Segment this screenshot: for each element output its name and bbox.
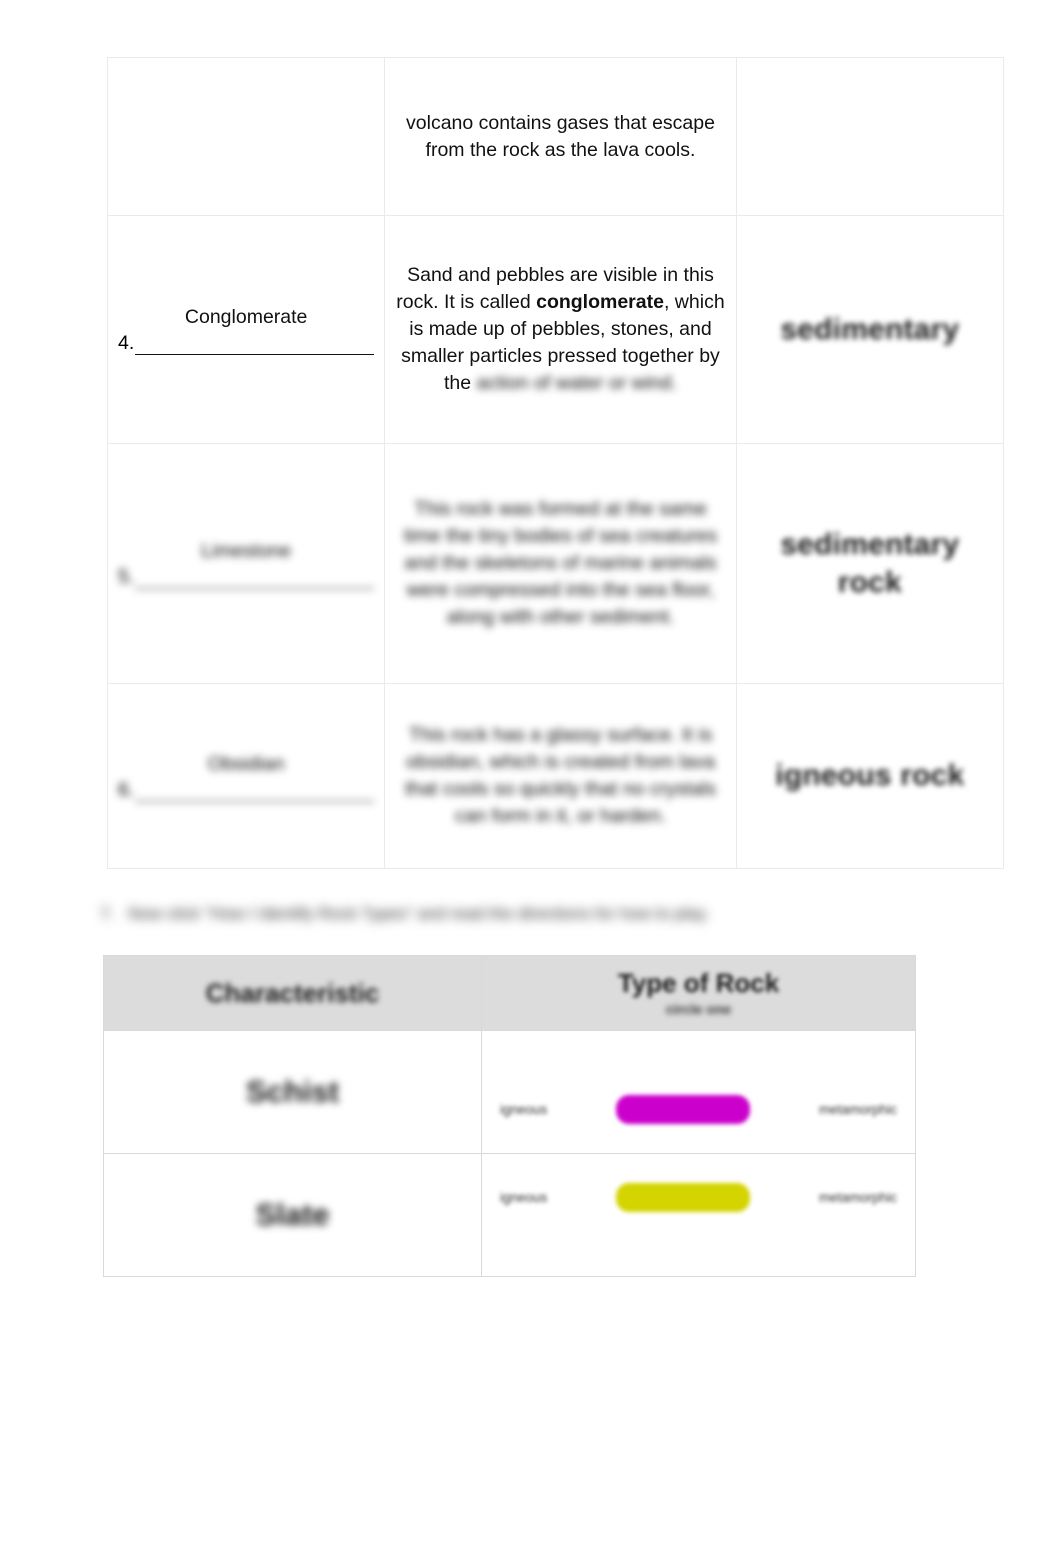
- answer-blank-number: 4.: [118, 332, 135, 354]
- rock-type-label: sedimentary rock: [780, 527, 960, 599]
- rock-description-cell: volcano contains gases that escape from …: [384, 57, 737, 216]
- description-text: This rock has a glassy surface. It is ob…: [404, 724, 717, 827]
- choice-sedimentary-highlighted[interactable]: sedimentary: [616, 1094, 750, 1124]
- choice-metamorphic[interactable]: metamorphic: [819, 1102, 897, 1117]
- rock-name-label: Obsidian: [207, 752, 285, 775]
- description-text: This rock was formed at the same time th…: [403, 498, 718, 628]
- rock-choice-group: igneous sedimentary metamorphic: [490, 1094, 907, 1124]
- choice-igneous[interactable]: igneous: [500, 1190, 547, 1205]
- rock-type-cell: sedimentary: [735, 215, 1005, 444]
- rock-choice-cell: igneous sedimentary metamorphic: [481, 1030, 916, 1154]
- table-row: volcano contains gases that escape from …: [106, 57, 1005, 216]
- rock-name-cell: [106, 57, 386, 216]
- characteristic-label: Slate: [255, 1197, 330, 1232]
- rock-name-label: Limestone: [201, 540, 292, 562]
- table-row: Obsidian 6. This rock has a glassy surfa…: [106, 683, 1005, 869]
- rock-type-label: igneous rock: [775, 759, 965, 792]
- rock-type-cell: [735, 57, 1005, 216]
- classification-table: Characteristic Type of Rock circle one S…: [103, 955, 916, 1277]
- rock-choice-cell: igneous sedimentary metamorphic: [481, 1153, 916, 1277]
- answer-blank-number: 5.: [118, 566, 135, 588]
- rock-description-cell: This rock was formed at the same time th…: [384, 443, 737, 684]
- rock-type-cell: sedimentary rock: [735, 443, 1005, 684]
- description-text: Sand and pebbles are visible in this roc…: [395, 262, 725, 397]
- answer-blank[interactable]: 6.: [118, 778, 375, 802]
- rock-choice-group: igneous sedimentary metamorphic: [490, 1182, 907, 1212]
- answer-blank-rule: [135, 787, 375, 802]
- answer-blank[interactable]: 5.: [118, 566, 375, 589]
- characteristic-header-label: Characteristic: [205, 978, 380, 1008]
- rock-name-label: Conglomerate: [184, 306, 308, 328]
- instruction-text: Now click "How I Identify Rock Types" an…: [128, 904, 710, 923]
- choice-igneous[interactable]: igneous: [500, 1102, 547, 1117]
- characteristic-header: Characteristic: [103, 955, 482, 1031]
- table-row: Slate igneous sedimentary metamorphic: [103, 1153, 916, 1277]
- choice-sedimentary-highlighted[interactable]: sedimentary: [616, 1182, 750, 1212]
- instruction-line: 7. Now click "How I Identify Rock Types"…: [100, 903, 930, 925]
- rock-types-table: volcano contains gases that escape from …: [106, 57, 1005, 869]
- rock-name-cell: Obsidian 6.: [106, 683, 386, 869]
- choice-metamorphic[interactable]: metamorphic: [819, 1190, 897, 1205]
- type-of-rock-header: Type of Rock circle one: [481, 955, 916, 1031]
- answer-blank[interactable]: 4.: [118, 332, 375, 355]
- description-text: volcano contains gases that escape from …: [406, 111, 715, 161]
- characteristic-cell: Schist: [103, 1030, 482, 1154]
- rock-name-cell: Limestone 5.: [106, 443, 386, 684]
- answer-blank-rule: [135, 574, 375, 589]
- type-of-rock-header-label: Type of Rock: [617, 968, 780, 998]
- table-row: Limestone 5. This rock was formed at the…: [106, 443, 1005, 684]
- table-row: Conglomerate 4. Sand and pebbles are vis…: [106, 215, 1005, 444]
- rock-type-cell: igneous rock: [735, 683, 1005, 869]
- description-bold-term: conglomerate: [536, 291, 664, 313]
- rock-type-label: sedimentary: [780, 312, 960, 346]
- rock-description-cell: This rock has a glassy surface. It is ob…: [384, 683, 737, 869]
- rock-name-cell: Conglomerate 4.: [106, 215, 386, 444]
- characteristic-cell: Slate: [103, 1153, 482, 1277]
- characteristic-label: Schist: [245, 1074, 340, 1109]
- table-row: Schist igneous sedimentary metamorphic: [103, 1030, 916, 1154]
- answer-blank-number: 6.: [118, 778, 135, 801]
- description-part-3: action of water or wind.: [476, 372, 678, 394]
- table-header-row: Characteristic Type of Rock circle one: [103, 955, 916, 1031]
- answer-blank-rule: [135, 340, 375, 355]
- type-of-rock-header-sublabel: circle one: [665, 1001, 732, 1017]
- rock-description-cell: Sand and pebbles are visible in this roc…: [384, 215, 737, 444]
- instruction-number: 7.: [100, 904, 115, 923]
